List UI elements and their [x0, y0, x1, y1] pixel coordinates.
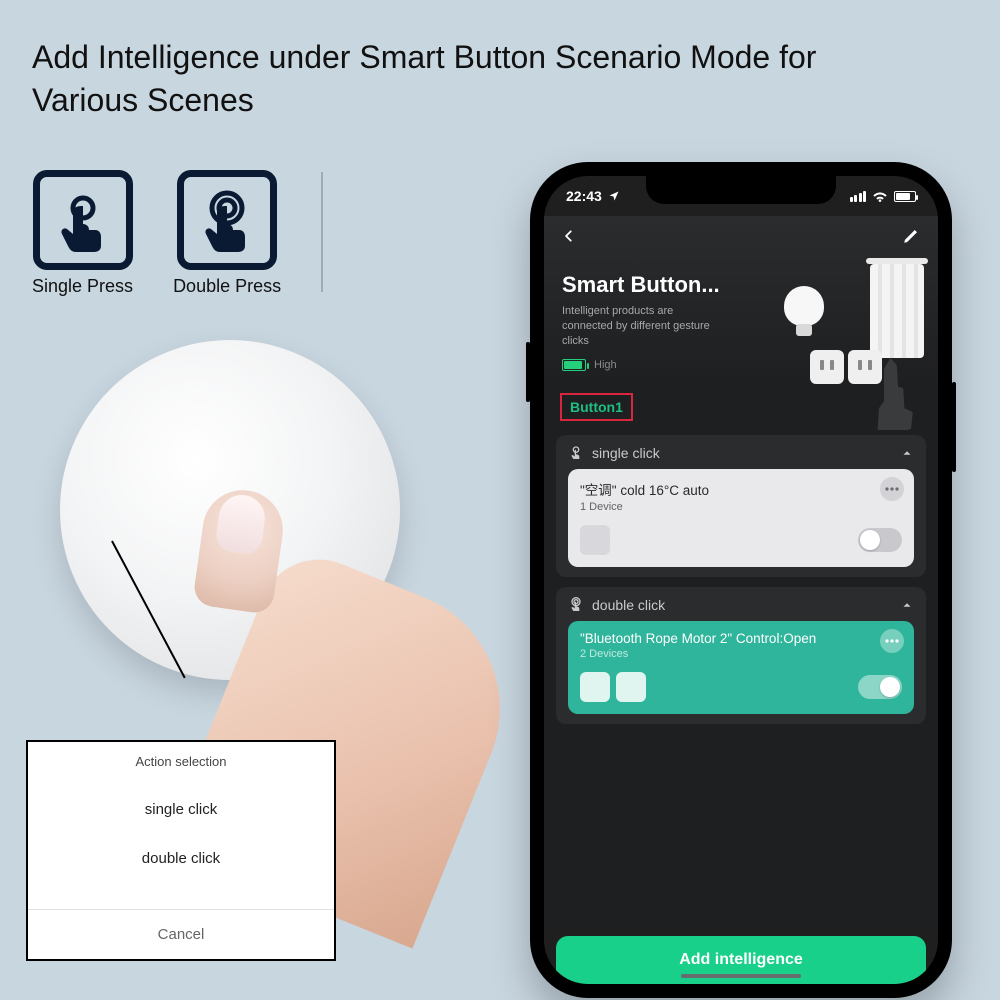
- collapse-icon[interactable]: [900, 446, 914, 460]
- press-icons-row: Single Press Double Press: [32, 170, 323, 297]
- edit-button[interactable]: [902, 227, 920, 251]
- pencil-icon: [902, 227, 920, 245]
- device-battery-icon: [562, 359, 586, 371]
- double-press-label: Double Press: [173, 276, 281, 297]
- device-thumbnail: [580, 672, 610, 702]
- wifi-icon: [872, 190, 888, 202]
- cellular-icon: [850, 191, 867, 202]
- device-thumbnail: [580, 525, 610, 555]
- single-tap-icon: [568, 445, 584, 461]
- section-double-click: double click "Bluetooth Rope Motor 2" Co…: [556, 587, 926, 724]
- single-press-label: Single Press: [32, 276, 133, 297]
- marketing-title: Add Intelligence under Smart Button Scen…: [32, 36, 892, 122]
- curtain-icon: [870, 264, 924, 358]
- more-icon: [885, 487, 899, 491]
- device-hero: Smart Button... Intelligent products are…: [544, 216, 938, 383]
- device-battery-label: High: [594, 359, 617, 371]
- double-tap-icon: [568, 597, 584, 613]
- scene-card-more-button[interactable]: [880, 629, 904, 653]
- device-subtitle: Intelligent products are connected by di…: [562, 304, 722, 349]
- phone-notch: [646, 176, 836, 204]
- phone-frame: 22:43 Smart Button... Intell: [530, 162, 952, 998]
- scene-card-subtitle: 2 Devices: [580, 648, 902, 660]
- sheet-option-single-click[interactable]: single click: [28, 785, 334, 834]
- section-single-click: single click "空调" cold 16°C auto 1 Devic…: [556, 435, 926, 577]
- scene-card-ac[interactable]: "空调" cold 16°C auto 1 Device: [568, 469, 914, 567]
- action-selection-sheet: Action selection single click double cli…: [26, 740, 336, 961]
- location-icon: [608, 190, 620, 202]
- section-single-label: single click: [592, 445, 660, 461]
- phone-screen: 22:43 Smart Button... Intell: [544, 176, 938, 984]
- scene-card-more-button[interactable]: [880, 477, 904, 501]
- tab-button1[interactable]: Button1: [560, 393, 633, 421]
- plug-icon: [848, 350, 882, 384]
- section-double-label: double click: [592, 597, 665, 613]
- vertical-separator: [321, 172, 323, 292]
- back-button[interactable]: [562, 227, 576, 251]
- status-time: 22:43: [566, 188, 602, 204]
- scene-card-curtain[interactable]: "Bluetooth Rope Motor 2" Control:Open 2 …: [568, 621, 914, 714]
- single-press-icon: [33, 170, 133, 270]
- more-icon: [885, 639, 899, 643]
- single-press-block: Single Press: [32, 170, 133, 297]
- plug-icon: [810, 350, 844, 384]
- double-press-icon: [177, 170, 277, 270]
- scene-card-subtitle: 1 Device: [580, 501, 902, 513]
- sheet-title: Action selection: [28, 742, 334, 785]
- scenes-list[interactable]: single click "空调" cold 16°C auto 1 Devic…: [544, 429, 938, 930]
- sheet-option-double-click[interactable]: double click: [28, 834, 334, 883]
- battery-icon: [894, 191, 916, 202]
- scene-card-title: "Bluetooth Rope Motor 2" Control:Open: [580, 631, 902, 646]
- scene-card-title: "空调" cold 16°C auto: [580, 479, 902, 499]
- sheet-cancel-button[interactable]: Cancel: [28, 909, 334, 959]
- hero-illustration: [724, 264, 924, 424]
- double-press-block: Double Press: [173, 170, 281, 297]
- home-indicator[interactable]: [681, 974, 801, 978]
- bulb-icon: [784, 286, 824, 326]
- collapse-icon[interactable]: [900, 598, 914, 612]
- chevron-left-icon: [562, 227, 576, 245]
- scene-toggle[interactable]: [858, 675, 902, 699]
- scene-toggle[interactable]: [858, 528, 902, 552]
- device-thumbnail: [616, 672, 646, 702]
